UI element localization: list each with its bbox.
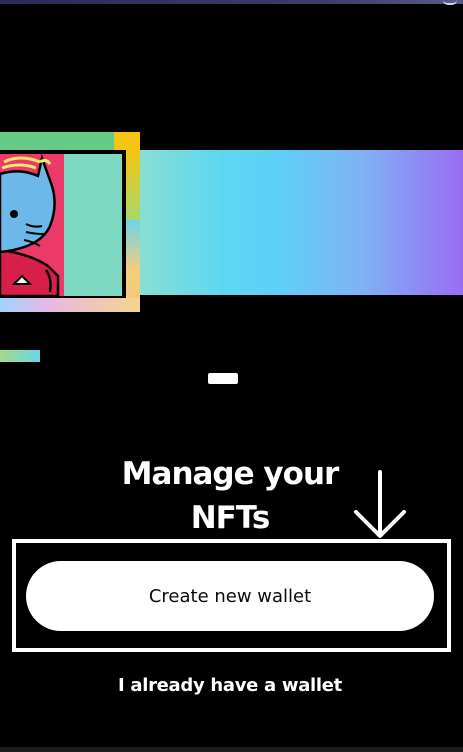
onboarding-screen: Manage your NFTs Create new wallet I alr…: [0, 0, 463, 752]
existing-wallet-link[interactable]: I already have a wallet: [80, 672, 380, 700]
title-line-1: Manage your: [121, 456, 340, 492]
frame-corner: [114, 132, 140, 150]
bottom-bar: [0, 747, 463, 752]
create-wallet-button[interactable]: Create new wallet: [26, 561, 434, 631]
hero-illustration: [0, 132, 463, 362]
page-title: Manage your NFTs: [80, 452, 380, 540]
page-indicator-active: [208, 373, 238, 384]
decorative-stripe: [0, 350, 40, 362]
top-status-strip: [0, 0, 463, 4]
frame-top-edge: [0, 132, 114, 150]
frame-right-edge: [126, 150, 140, 220]
nft-artwork: [0, 150, 126, 298]
frame-bottom-edge: [0, 298, 140, 312]
down-arrow-icon: [354, 470, 406, 538]
nft-cat-artwork-icon: [0, 154, 60, 296]
nft-frame: [0, 132, 140, 312]
title-line-2: NFTs: [190, 500, 271, 536]
corner-decoration: [443, 0, 457, 5]
gradient-band: [130, 150, 463, 295]
